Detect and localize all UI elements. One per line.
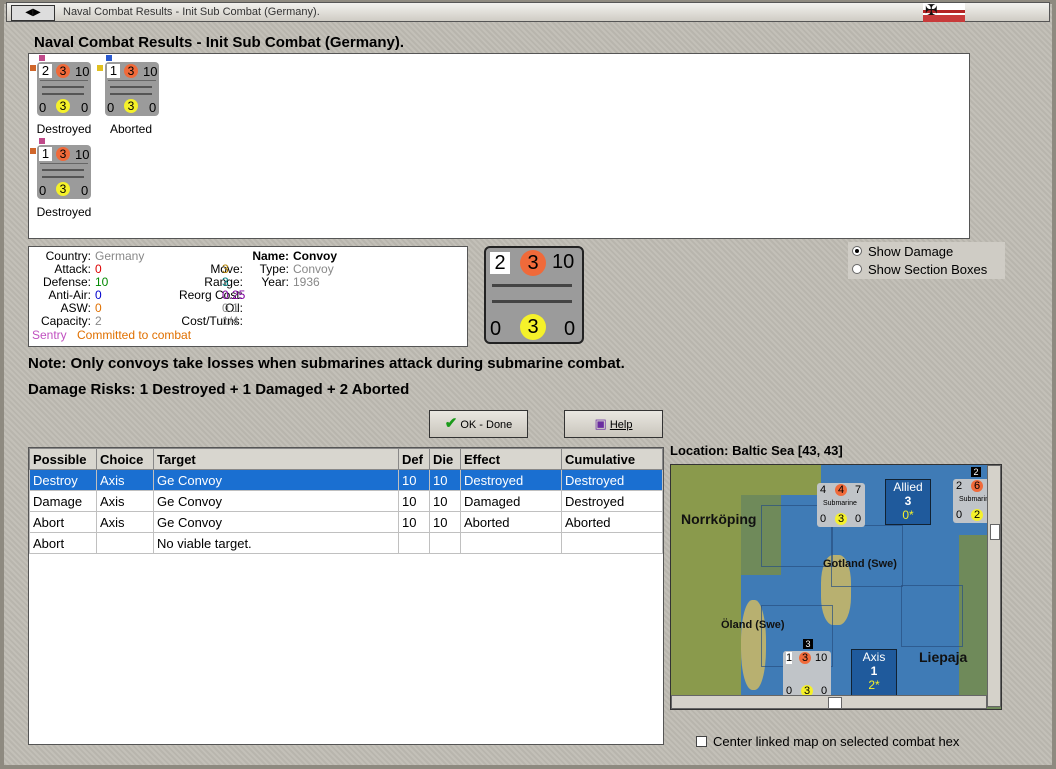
unit-counter[interactable]: 1 3 10 030	[105, 62, 159, 116]
checkmark-icon: ✔	[444, 415, 458, 432]
selected-unit-counter: 2 3 10 0 3 0	[484, 246, 584, 344]
unit-results-panel: 2 3 10 030 Destroyed 1 3 10 030 Aborted 1 3 10…	[28, 53, 970, 239]
table-row[interactable]: Destroy Axis Ge Convoy 10 10 Destroyed Destroy…	[29, 469, 663, 491]
unit-result-label: Aborted	[109, 122, 153, 136]
help-button[interactable]: ▣ Help	[564, 410, 663, 438]
ok-done-button[interactable]: ✔ OK - Done	[429, 410, 528, 438]
map-label-oland: Öland (Swe)	[721, 619, 785, 631]
col-cumulative[interactable]: Cumulative	[561, 448, 663, 470]
show-sections-radio[interactable]	[852, 264, 862, 274]
sweden-coast	[671, 465, 741, 709]
note-text: Note: Only convoys take losses when subm…	[28, 355, 625, 372]
submarine-counter[interactable]: 4 4 7 Submarine 0 3 0	[817, 483, 865, 527]
germany-flag-icon: ✠	[923, 3, 965, 22]
show-sections-label: Show Section Boxes	[868, 262, 988, 277]
map-label-liepaja: Liepaja	[919, 649, 968, 665]
col-def[interactable]: Def	[398, 448, 430, 470]
map-label-gotland: Gotland (Swe)	[823, 558, 897, 570]
stack-count-badge: 3	[803, 639, 813, 649]
map-horizontal-scrollbar[interactable]	[671, 695, 987, 709]
col-target[interactable]: Target	[153, 448, 399, 470]
convoy-ship-icon	[40, 163, 88, 182]
table-row[interactable]: Abort Axis Ge Convoy 10 10 Aborted Aborted	[29, 511, 663, 533]
col-choice[interactable]: Choice	[96, 448, 154, 470]
center-map-checkbox[interactable]	[696, 736, 707, 747]
combat-results-table: Possible Choice Target Def Die Effect Cu…	[28, 447, 664, 745]
unit-counter[interactable]: 2 3 10 030	[37, 62, 91, 116]
table-row[interactable]: Abort No viable target.	[29, 532, 663, 554]
unit-info-panel: Country: Germany Attack: 0 Defense: 10 Anti…	[28, 246, 468, 347]
show-damage-radio[interactable]	[852, 246, 862, 256]
convoy-ship-icon	[108, 80, 156, 99]
allied-units-box[interactable]: Allied 3 0*	[885, 479, 931, 525]
committed-status: Committed to combat	[77, 328, 192, 342]
convoy-ship-icon	[40, 80, 88, 99]
col-die[interactable]: Die	[429, 448, 461, 470]
scroll-thumb	[990, 524, 1000, 540]
page-title: Naval Combat Results - Init Sub Combat (…	[34, 34, 405, 51]
unit-counter[interactable]: 1 3 10 030	[37, 145, 91, 199]
location-label: Location: Baltic Sea [43, 43]	[670, 443, 843, 458]
scroll-thumb	[828, 697, 842, 709]
unit-result-label: Destroyed	[36, 205, 92, 219]
damage-risks-text: Damage Risks: 1 Destroyed + 1 Damaged + …	[28, 381, 410, 398]
axis-units-box[interactable]: Axis 1 2*	[851, 649, 897, 697]
show-damage-label: Show Damage	[868, 244, 954, 259]
help-book-icon: ▣	[594, 416, 607, 431]
col-possible[interactable]: Possible	[29, 448, 97, 470]
convoy-counter[interactable]: 1 3 10 0 3 0	[783, 651, 831, 699]
window-title: Naval Combat Results - Init Sub Combat (…	[63, 6, 320, 18]
map-vertical-scrollbar[interactable]	[987, 465, 1001, 707]
system-menu-button[interactable]: ◀▶	[11, 5, 55, 21]
center-map-label: Center linked map on selected combat hex	[713, 734, 960, 749]
title-bar: ◀▶ Naval Combat Results - Init Sub Comba…	[6, 2, 1050, 22]
table-row[interactable]: Damage Axis Ge Convoy 10 10 Damaged Destroyed	[29, 490, 663, 512]
col-effect[interactable]: Effect	[460, 448, 562, 470]
unit-result-label: Destroyed	[36, 122, 92, 136]
sentry-status: Sentry	[32, 328, 67, 342]
linked-map[interactable]: Norrköping Gotland (Swe) Öland (Swe) Lie…	[670, 464, 1002, 710]
map-label-norrkoping: Norrköping	[681, 511, 757, 527]
convoy-ship-icon	[492, 278, 576, 312]
stack-count-badge: 2	[971, 467, 981, 477]
